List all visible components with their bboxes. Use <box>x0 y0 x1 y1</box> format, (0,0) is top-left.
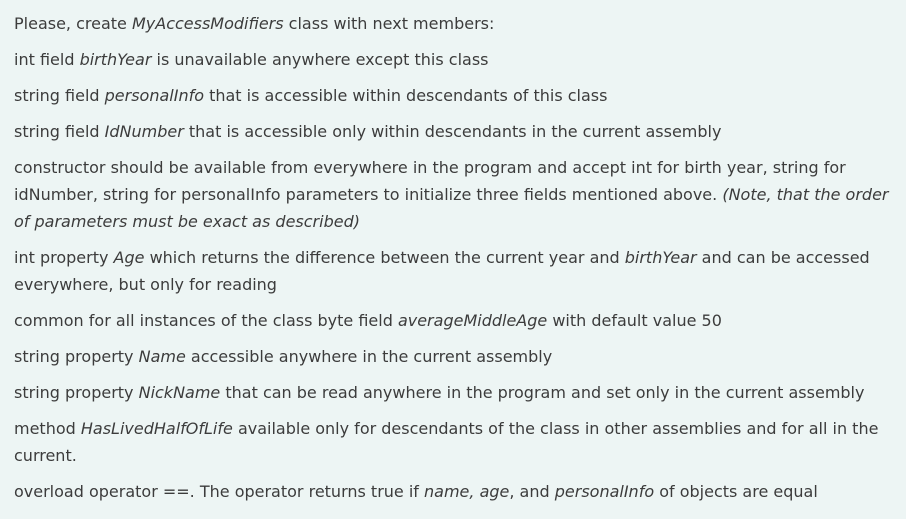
member-name-text: Name <box>138 347 186 366</box>
requirement-name-property: string property Name accessible anywhere… <box>14 343 892 370</box>
text-segment: int field <box>14 50 80 69</box>
text-segment: of objects are equal <box>654 482 818 501</box>
intro-line: Please, create MyAccessModifiers class w… <box>14 10 892 37</box>
requirement-age-property: int property Age which returns the diffe… <box>14 244 892 298</box>
text-segment: that is accessible only within descendan… <box>183 122 722 141</box>
text-segment: is unavailable anywhere except this clas… <box>151 50 489 69</box>
text-segment: overload operator ==. The operator retur… <box>14 482 425 501</box>
text-segment: that can be read anywhere in the program… <box>220 383 865 402</box>
text-segment: string property <box>14 383 139 402</box>
task-description: Please, create MyAccessModifiers class w… <box>0 0 906 519</box>
member-name-text: NickName <box>138 383 221 402</box>
requirement-birth-year: int field birthYear is unavailable anywh… <box>14 46 892 73</box>
requirement-nickname-property: string property NickName that can be rea… <box>14 379 892 406</box>
member-name-text: personalInfo <box>554 482 655 501</box>
member-name-text: personalInfo <box>104 86 204 105</box>
requirement-equality-operator: overload operator ==. The operator retur… <box>14 478 892 505</box>
text-segment: string field <box>14 86 105 105</box>
text-segment: constructor should be available from eve… <box>14 158 846 204</box>
member-name-text: birthYear <box>79 50 152 69</box>
member-name-text: birthYear <box>624 248 697 267</box>
text-segment: class with next members: <box>283 14 495 33</box>
requirement-average-middle-age: common for all instances of the class by… <box>14 307 892 334</box>
requirement-constructor: constructor should be available from eve… <box>14 154 892 235</box>
text-segment: that is accessible within descendants of… <box>204 86 608 105</box>
text-segment: accessible anywhere in the current assem… <box>185 347 553 366</box>
member-name-text: IdNumber <box>104 122 184 141</box>
text-segment: , and <box>509 482 555 501</box>
text-segment: Please, create <box>14 14 132 33</box>
member-name-text: averageMiddleAge <box>397 311 548 330</box>
text-segment: int property <box>14 248 114 267</box>
member-name-text: Age <box>113 248 145 267</box>
requirement-has-lived-half-method: method HasLivedHalfOfLife available only… <box>14 415 892 469</box>
text-segment: common for all instances of the class by… <box>14 311 398 330</box>
class-name-text: MyAccessModifiers <box>131 14 284 33</box>
text-segment: method <box>14 419 81 438</box>
text-segment: string field <box>14 122 105 141</box>
text-segment: string property <box>14 347 139 366</box>
requirement-personal-info: string field personalInfo that is access… <box>14 82 892 109</box>
requirement-id-number: string field IdNumber that is accessible… <box>14 118 892 145</box>
member-name-text: HasLivedHalfOfLife <box>80 419 233 438</box>
member-name-text: name, age <box>424 482 510 501</box>
text-segment: which returns the difference between the… <box>144 248 625 267</box>
text-segment: with default value 50 <box>547 311 722 330</box>
